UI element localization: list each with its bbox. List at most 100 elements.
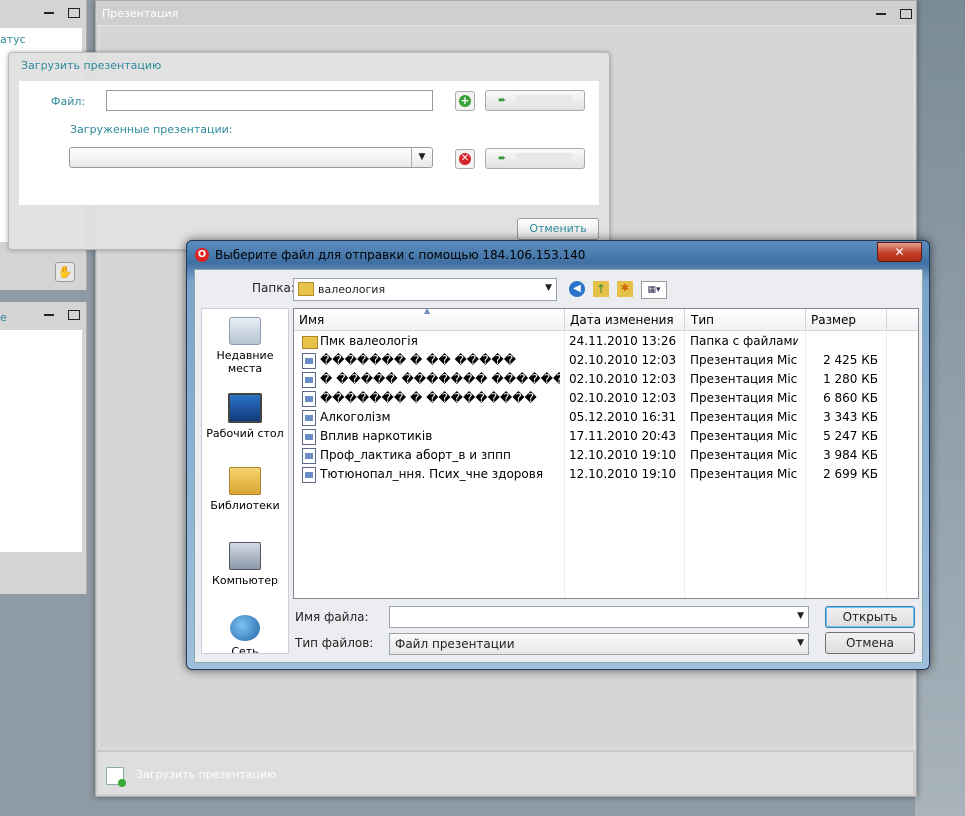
- add-file-button[interactable]: +: [455, 91, 475, 111]
- file-date: 02.10.2010 12:03: [569, 391, 677, 405]
- upload-dialog-title: Загрузить презентацию: [21, 59, 162, 72]
- file-type: Презентация Mic...: [690, 391, 798, 405]
- presentation-footer: Загрузить презентацию: [98, 751, 913, 794]
- up-folder-icon[interactable]: ↑: [593, 281, 609, 297]
- presentation-file-icon: [302, 410, 316, 426]
- upload-button[interactable]: ➨: [485, 90, 585, 111]
- close-button[interactable]: ✕: [877, 242, 922, 262]
- open-presentation-button[interactable]: ➨: [485, 148, 585, 169]
- folder-label: Папка:: [252, 281, 295, 295]
- file-size: 3 984 КБ: [823, 448, 878, 462]
- file-type: Презентация Mic...: [690, 448, 798, 462]
- file-date: 02.10.2010 12:03: [569, 372, 677, 386]
- file-name: Проф_лактика аборт_в и зппп: [320, 448, 511, 462]
- hand-icon[interactable]: ✋: [55, 262, 75, 282]
- folder-name: валеология: [318, 283, 386, 296]
- presentations-select[interactable]: ▼: [69, 147, 433, 168]
- close-icon: ✕: [459, 153, 471, 165]
- libraries-icon: [229, 467, 261, 495]
- file-row[interactable]: Пмк валеологія 24.11.2010 13:26 Папка с …: [294, 332, 918, 351]
- file-name: � ����� ������� ������'...: [320, 372, 560, 386]
- file-name: Алкоголізм: [320, 410, 391, 424]
- file-type: Папка с файлами: [690, 334, 798, 348]
- place-label: Сеть: [231, 645, 259, 654]
- place-label: Рабочий стол: [206, 427, 284, 440]
- left-panel-body: [0, 330, 82, 552]
- folder-combo[interactable]: валеология ▼: [293, 278, 557, 301]
- delete-presentation-button[interactable]: ✕: [455, 149, 475, 169]
- file-date: 17.11.2010 20:43: [569, 429, 677, 443]
- file-date: 12.10.2010 19:10: [569, 448, 677, 462]
- back-icon[interactable]: ◀: [569, 281, 585, 297]
- file-type: Презентация Mic...: [690, 429, 798, 443]
- file-date: 12.10.2010 19:10: [569, 467, 677, 481]
- panel-minimize-button[interactable]: [44, 308, 54, 316]
- panel-maximize-button[interactable]: [68, 310, 80, 320]
- left-panel-second: е: [0, 302, 87, 594]
- column-date[interactable]: Дата изменения: [570, 313, 674, 327]
- filename-input[interactable]: ▼: [389, 606, 809, 628]
- open-button[interactable]: Открыть: [825, 606, 915, 628]
- arrow-right-icon: ➨: [498, 95, 507, 106]
- plus-icon: +: [459, 94, 471, 107]
- file-row[interactable]: Алкоголізм 05.12.2010 16:31 Презентация …: [294, 408, 918, 427]
- upload-button-label: [516, 95, 572, 103]
- file-row[interactable]: ������� � �� ����� 02.10.2010 12:03 През…: [294, 351, 918, 370]
- column-type[interactable]: Тип: [691, 313, 714, 327]
- new-folder-icon[interactable]: ✱: [617, 281, 633, 297]
- panel-minimize-button[interactable]: [44, 6, 54, 14]
- column-separator[interactable]: [564, 309, 565, 330]
- cancel-button[interactable]: Отмена: [825, 632, 915, 654]
- file-list: Имя ▲ Дата изменения Тип Размер Пмк вале…: [293, 308, 919, 599]
- cancel-upload-button[interactable]: Отменить: [517, 218, 599, 240]
- upload-presentation-icon[interactable]: [106, 767, 126, 787]
- chevron-down-icon[interactable]: ▼: [797, 611, 804, 621]
- minimize-button[interactable]: [876, 7, 886, 15]
- file-row[interactable]: � ����� ������� ������'... 02.10.2010 12…: [294, 370, 918, 389]
- file-row[interactable]: Тютюнопал_ння. Псих_чне здоровя 12.10.20…: [294, 465, 918, 484]
- column-separator[interactable]: [684, 309, 685, 330]
- presentation-file-icon: [302, 467, 316, 483]
- desktop-icon: [228, 393, 262, 423]
- file-size: 5 247 КБ: [823, 429, 878, 443]
- file-row[interactable]: Вплив наркотиків 17.11.2010 20:43 Презен…: [294, 427, 918, 446]
- chevron-down-icon[interactable]: ▼: [411, 148, 432, 167]
- file-input[interactable]: [106, 90, 433, 111]
- file-name: ������� � ���������: [320, 391, 537, 405]
- upload-presentation-dialog: Загрузить презентацию Файл: + ➨ Загружен…: [8, 52, 610, 250]
- place-recent[interactable]: Недавние места: [202, 317, 288, 375]
- file-size: 2 699 КБ: [823, 467, 878, 481]
- place-label: Компьютер: [212, 574, 278, 587]
- chevron-down-icon[interactable]: ▼: [797, 638, 804, 648]
- filename-label: Имя файла:: [295, 610, 369, 624]
- uploaded-presentations-label: Загруженные презентации:: [70, 123, 233, 136]
- chevron-down-icon[interactable]: ▼: [545, 283, 552, 293]
- place-label: Недавние места: [216, 349, 274, 375]
- maximize-button[interactable]: [900, 9, 912, 19]
- column-name[interactable]: Имя: [299, 313, 324, 327]
- dialog-client-area: Папка: валеология ▼ ◀ ↑ ✱ ▦▾ Недавние ме…: [194, 269, 923, 663]
- place-network[interactable]: Сеть: [202, 615, 288, 654]
- column-separator[interactable]: [886, 309, 887, 330]
- place-desktop[interactable]: Рабочий стол: [202, 393, 288, 440]
- place-computer[interactable]: Компьютер: [202, 542, 288, 587]
- file-row[interactable]: ������� � ��������� 02.10.2010 12:03 Пре…: [294, 389, 918, 408]
- file-size: 6 860 КБ: [823, 391, 878, 405]
- upload-presentation-link[interactable]: Загрузить презентацию: [136, 768, 276, 781]
- list-header: Имя ▲ Дата изменения Тип Размер: [294, 309, 918, 331]
- panel-label: е: [0, 311, 7, 324]
- column-size[interactable]: Размер: [811, 313, 856, 327]
- file-date: 02.10.2010 12:03: [569, 353, 677, 367]
- filetype-select[interactable]: Файл презентации ▼: [389, 633, 809, 655]
- presentation-file-icon: [302, 372, 316, 388]
- arrow-right-icon: ➨: [498, 153, 507, 164]
- folder-icon: [302, 336, 318, 349]
- presentation-file-icon: [302, 353, 316, 369]
- place-libraries[interactable]: Библиотеки: [202, 467, 288, 512]
- sort-arrow-icon: ▲: [424, 308, 431, 315]
- column-separator[interactable]: [805, 309, 806, 330]
- view-menu-icon[interactable]: ▦▾: [641, 281, 667, 299]
- file-row[interactable]: Проф_лактика аборт_в и зппп 12.10.2010 1…: [294, 446, 918, 465]
- file-type: Презентация Mic...: [690, 353, 798, 367]
- panel-maximize-button[interactable]: [68, 8, 80, 18]
